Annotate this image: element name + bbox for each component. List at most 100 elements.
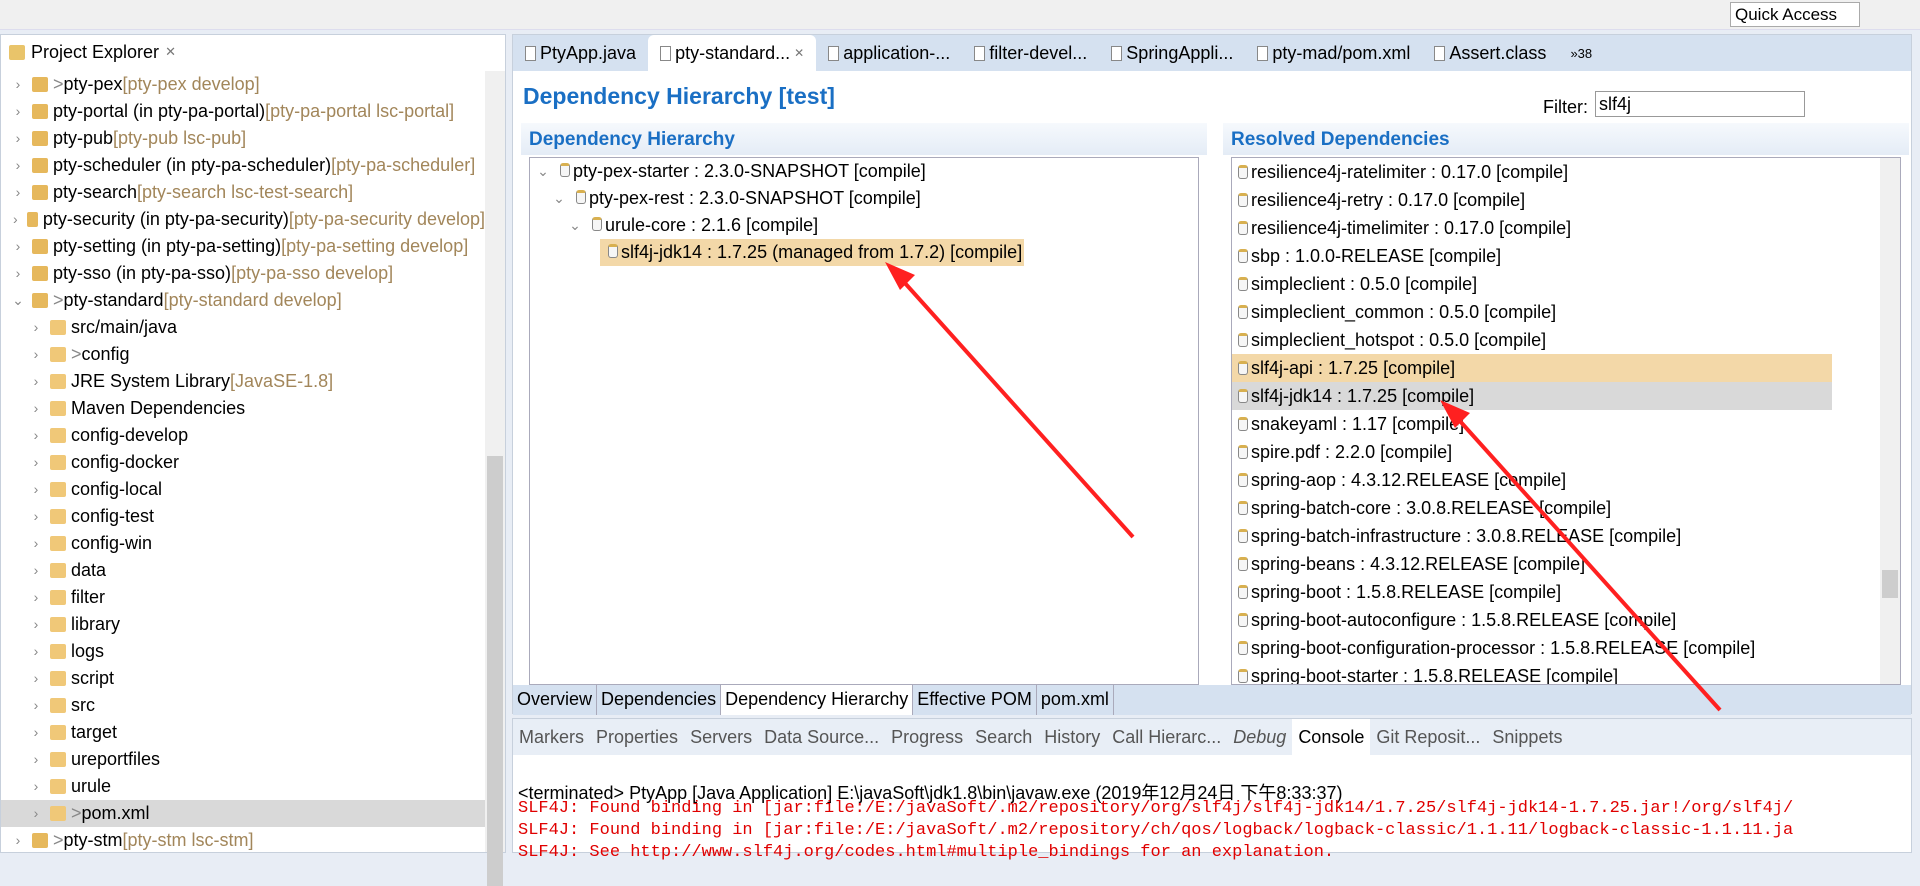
view-tab[interactable]: Search xyxy=(969,719,1038,755)
list-item[interactable]: spring-aop : 4.3.12.RELEASE [compile] xyxy=(1232,466,1832,494)
editor-tab[interactable]: SpringAppli... xyxy=(1099,35,1245,71)
editor-tab[interactable]: Assert.class xyxy=(1422,35,1558,71)
tree-item[interactable]: › pty-setting (in pty-pa-setting) [pty-pa… xyxy=(1,233,485,260)
tree-item[interactable]: › config-win xyxy=(1,530,485,557)
tree-item[interactable]: › pty-search [pty-search lsc-test-search] xyxy=(1,179,485,206)
scrollbar-thumb[interactable] xyxy=(1882,570,1898,598)
view-tab[interactable]: Snippets xyxy=(1486,719,1568,755)
chevron-down-icon[interactable]: ⌄ xyxy=(566,212,584,239)
chevron-right-icon[interactable]: › xyxy=(27,314,45,341)
tree-item[interactable]: › config-test xyxy=(1,503,485,530)
chevron-right-icon[interactable]: › xyxy=(9,260,27,287)
chevron-right-icon[interactable]: › xyxy=(27,422,45,449)
tree-item[interactable]: › > pty-pex [pty-pex develop] xyxy=(1,71,485,98)
list-item[interactable]: resilience4j-ratelimiter : 0.17.0 [compi… xyxy=(1232,158,1832,186)
tab-overflow[interactable]: »38 xyxy=(1558,35,1604,71)
list-item[interactable]: resilience4j-retry : 0.17.0 [compile] xyxy=(1232,186,1832,214)
list-item[interactable]: simpleclient_common : 0.5.0 [compile] xyxy=(1232,298,1832,326)
tree-item[interactable]: › target xyxy=(1,719,485,746)
tree-item[interactable]: ⌄ > pty-standard [pty-standard develop] xyxy=(1,287,485,314)
view-tab[interactable]: Git Reposit... xyxy=(1370,719,1486,755)
scrollbar[interactable] xyxy=(485,71,505,886)
view-tab[interactable]: Servers xyxy=(684,719,758,755)
chevron-right-icon[interactable]: › xyxy=(9,125,27,152)
chevron-right-icon[interactable]: › xyxy=(27,665,45,692)
tree-item[interactable]: › src/main/java xyxy=(1,314,485,341)
list-item[interactable]: spire.pdf : 2.2.0 [compile] xyxy=(1232,438,1832,466)
list-item[interactable]: spring-boot : 1.5.8.RELEASE [compile] xyxy=(1232,578,1832,606)
chevron-right-icon[interactable]: › xyxy=(27,719,45,746)
tree-item[interactable]: › filter xyxy=(1,584,485,611)
view-tab[interactable]: Properties xyxy=(590,719,684,755)
tree-item[interactable]: › ureportfiles xyxy=(1,746,485,773)
view-tab[interactable]: Call Hierarc... xyxy=(1106,719,1227,755)
list-item[interactable]: spring-batch-core : 3.0.8.RELEASE [compi… xyxy=(1232,494,1832,522)
tree-item[interactable]: › script xyxy=(1,665,485,692)
tree-item[interactable]: › pty-sso (in pty-pa-sso) [pty-pa-sso dev… xyxy=(1,260,485,287)
tree-item[interactable]: › library xyxy=(1,611,485,638)
chevron-right-icon[interactable]: › xyxy=(27,638,45,665)
chevron-right-icon[interactable]: › xyxy=(27,530,45,557)
editor-page-tab[interactable]: pom.xml xyxy=(1037,685,1114,715)
chevron-right-icon[interactable]: › xyxy=(27,395,45,422)
tree-item[interactable]: › pty-scheduler (in pty-pa-scheduler) [pt… xyxy=(1,152,485,179)
editor-page-tab[interactable]: Overview xyxy=(513,685,598,715)
chevron-right-icon[interactable]: › xyxy=(27,800,45,827)
view-tab[interactable]: Data Source... xyxy=(758,719,885,755)
chevron-right-icon[interactable]: › xyxy=(9,233,27,260)
tree-item[interactable]: › > pty-stm [pty-stm lsc-stm] xyxy=(1,827,485,854)
list-item[interactable]: simpleclient_hotspot : 0.5.0 [compile] xyxy=(1232,326,1832,354)
chevron-right-icon[interactable]: › xyxy=(9,152,27,179)
close-icon[interactable]: ✕ xyxy=(165,44,176,60)
tree-item[interactable]: › pty-pub [pty-pub lsc-pub] xyxy=(1,125,485,152)
view-tab[interactable]: History xyxy=(1038,719,1106,755)
chevron-right-icon[interactable]: › xyxy=(9,179,27,206)
list-item[interactable]: slf4j-api : 1.7.25 [compile] xyxy=(1232,354,1832,382)
list-item[interactable]: spring-beans : 4.3.12.RELEASE [compile] xyxy=(1232,550,1832,578)
chevron-right-icon[interactable]: › xyxy=(27,557,45,584)
editor-tab[interactable]: filter-devel... xyxy=(962,35,1099,71)
project-explorer-tab[interactable]: Project Explorer ✕ xyxy=(1,35,505,69)
tree-item[interactable]: ⌄ pty-pex-rest : 2.3.0-SNAPSHOT [compile] xyxy=(530,185,1198,212)
tree-item[interactable]: › urule xyxy=(1,773,485,800)
view-tab[interactable]: Console xyxy=(1292,719,1371,755)
tree-item[interactable]: › pty-portal (in pty-pa-portal) [pty-pa-p… xyxy=(1,98,485,125)
filter-input[interactable] xyxy=(1595,91,1805,117)
tree-item[interactable]: ⌄ pty-pex-starter : 2.3.0-SNAPSHOT [compi… xyxy=(530,158,1198,185)
editor-tab[interactable]: application-... xyxy=(816,35,962,71)
chevron-down-icon[interactable]: ⌄ xyxy=(534,158,552,185)
chevron-right-icon[interactable]: › xyxy=(9,98,27,125)
list-item[interactable]: spring-boot-autoconfigure : 1.5.8.RELEAS… xyxy=(1232,606,1832,634)
view-tab[interactable]: Markers xyxy=(513,719,590,755)
list-item[interactable]: sbp : 1.0.0-RELEASE [compile] xyxy=(1232,242,1832,270)
tree-item[interactable]: › pty-security (in pty-pa-security) [pty-… xyxy=(1,206,485,233)
chevron-down-icon[interactable]: ⌄ xyxy=(9,287,27,314)
chevron-right-icon[interactable]: › xyxy=(9,206,22,233)
tree-item[interactable]: › src xyxy=(1,692,485,719)
editor-page-tab[interactable]: Effective POM xyxy=(913,685,1037,715)
tree-item[interactable]: › logs xyxy=(1,638,485,665)
chevron-right-icon[interactable]: › xyxy=(27,341,45,368)
chevron-right-icon[interactable]: › xyxy=(27,503,45,530)
tree-item[interactable]: › data xyxy=(1,557,485,584)
tree-item[interactable]: › > pom.xml xyxy=(1,800,485,827)
close-icon[interactable]: ✕ xyxy=(794,46,804,60)
chevron-right-icon[interactable]: › xyxy=(27,773,45,800)
chevron-right-icon[interactable]: › xyxy=(9,827,27,854)
chevron-right-icon[interactable]: › xyxy=(27,692,45,719)
list-item[interactable]: simpleclient : 0.5.0 [compile] xyxy=(1232,270,1832,298)
view-tab[interactable]: Debug xyxy=(1227,719,1292,755)
list-item[interactable]: resilience4j-timelimiter : 0.17.0 [compi… xyxy=(1232,214,1832,242)
tree-item[interactable]: ⌄ urule-core : 2.1.6 [compile] xyxy=(530,212,1198,239)
list-item[interactable]: spring-boot-starter : 1.5.8.RELEASE [com… xyxy=(1232,662,1832,684)
editor-page-tab[interactable]: Dependencies xyxy=(597,685,722,715)
list-item[interactable]: slf4j-jdk14 : 1.7.25 [compile] xyxy=(1232,382,1832,410)
scrollbar[interactable] xyxy=(1880,158,1900,684)
tree-item[interactable]: › Maven Dependencies xyxy=(1,395,485,422)
chevron-right-icon[interactable]: › xyxy=(27,476,45,503)
list-item[interactable]: spring-boot-configuration-processor : 1.… xyxy=(1232,634,1832,662)
quick-access-input[interactable]: Quick Access xyxy=(1730,2,1860,27)
chevron-right-icon[interactable]: › xyxy=(9,71,27,98)
list-item[interactable]: spring-batch-infrastructure : 3.0.8.RELE… xyxy=(1232,522,1832,550)
tree-item[interactable]: slf4j-jdk14 : 1.7.25 (managed from 1.7.2… xyxy=(530,239,1198,266)
